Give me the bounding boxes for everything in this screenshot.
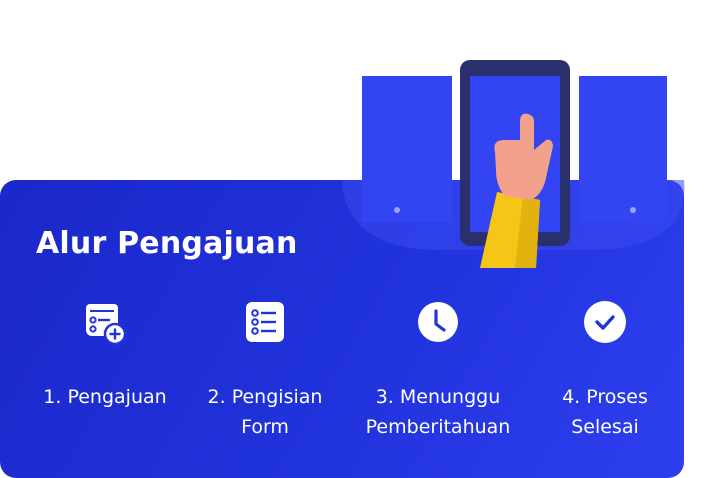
step-label: 4. Proses Selesai: [562, 386, 648, 438]
right-device-dot: [630, 207, 636, 213]
step-proses-selesai[interactable]: 4. Proses Selesai: [515, 300, 695, 442]
step-label: 1. Pengajuan: [43, 386, 167, 408]
step-pengisian-form[interactable]: 2. Pengisian Form: [175, 300, 355, 442]
form-list-icon: [246, 302, 284, 342]
step-pengajuan[interactable]: 1. Pengajuan: [15, 300, 195, 412]
left-device-panel: [362, 76, 452, 222]
right-device-panel: [579, 76, 667, 222]
step-menunggu-pemberitahuan[interactable]: 3. Menunggu Pemberitahuan: [348, 300, 528, 442]
step-label: 2. Pengisian Form: [207, 386, 323, 438]
calendar-add-icon: [86, 304, 127, 346]
left-device-dot: [394, 207, 400, 213]
check-circle-icon: [584, 301, 626, 343]
page-title: Alur Pengajuan: [36, 226, 298, 261]
clock-icon: [418, 302, 458, 342]
step-label: 3. Menunggu Pemberitahuan: [365, 386, 511, 438]
